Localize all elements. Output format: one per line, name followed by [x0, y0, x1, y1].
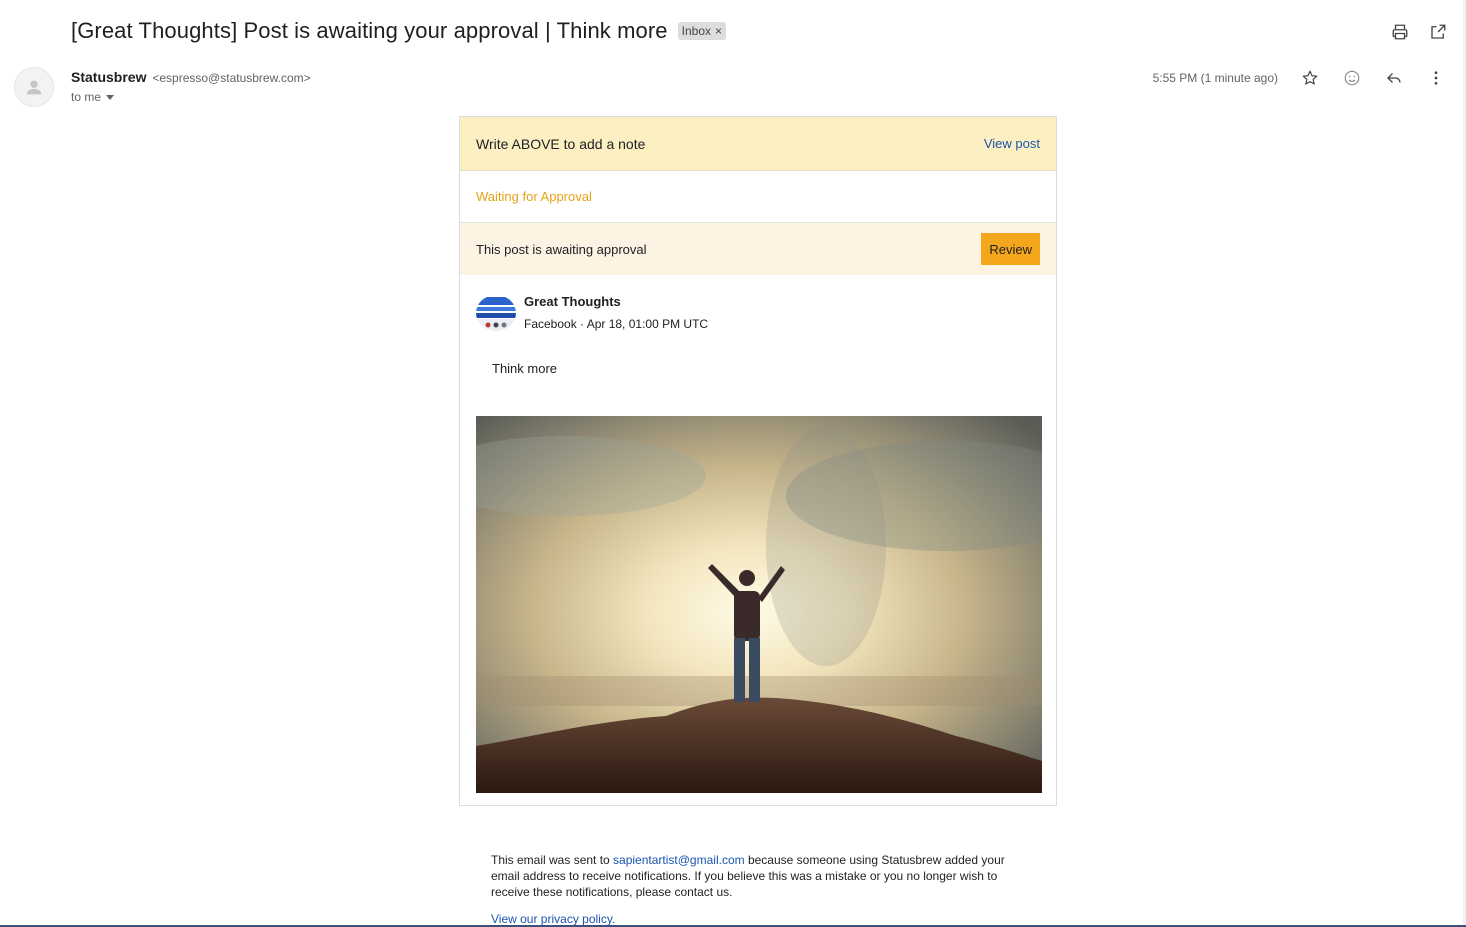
status-row: Waiting for Approval — [460, 171, 1056, 223]
sender-avatar[interactable] — [14, 67, 54, 107]
approval-status: Waiting for Approval — [476, 189, 592, 204]
sender-name[interactable]: Statusbrew — [71, 69, 146, 85]
view-post-link[interactable]: View post — [984, 136, 1040, 151]
note-bar: Write ABOVE to add a note View post — [460, 117, 1056, 171]
page-logo — [476, 295, 516, 331]
sender-line: Statusbrew <espresso@statusbrew.com> — [71, 69, 311, 85]
approval-card: Write ABOVE to add a note View post Wait… — [459, 116, 1057, 806]
post-meta: Facebook · Apr 18, 01:00 PM UTC — [524, 317, 709, 331]
more-vertical-icon[interactable] — [1426, 68, 1446, 88]
inbox-label-text: Inbox — [681, 24, 711, 38]
recipient-details-toggle[interactable]: to me — [71, 90, 115, 104]
message-actions: 5:55 PM (1 minute ago) — [1153, 68, 1446, 88]
post-header: Great Thoughts Facebook · Apr 18, 01:00 … — [460, 275, 1056, 331]
email-footer: This email was sent to sapientartist@gma… — [491, 852, 1031, 900]
page-name: Great Thoughts — [524, 294, 621, 309]
emoji-icon[interactable] — [1342, 68, 1362, 88]
inbox-label-chip[interactable]: Inbox × — [677, 22, 727, 40]
top-actions — [1390, 22, 1448, 42]
print-icon[interactable] — [1390, 22, 1410, 42]
post-text: Think more — [492, 361, 558, 376]
note-instruction: Write ABOVE to add a note — [476, 135, 646, 152]
caret-down-icon — [106, 95, 115, 100]
remove-label-icon[interactable]: × — [715, 24, 722, 38]
star-icon[interactable] — [1300, 68, 1320, 88]
email-subject: [Great Thoughts] Post is awaiting your a… — [71, 18, 668, 43]
reply-icon[interactable] — [1384, 68, 1404, 88]
person-icon — [26, 80, 42, 95]
recipient-email-link[interactable]: sapientartist@gmail.com — [613, 853, 745, 867]
timestamp: 5:55 PM (1 minute ago) — [1152, 71, 1278, 85]
post-image — [476, 416, 1042, 793]
footer-prefix: This email was sent to — [491, 853, 614, 867]
review-button[interactable]: Review — [981, 233, 1040, 265]
sender-email: <espresso@statusbrew.com> — [152, 71, 311, 85]
privacy-policy-link[interactable]: View our privacy policy. — [491, 912, 615, 926]
awaiting-message: This post is awaiting approval — [476, 241, 647, 257]
open-in-new-window-icon[interactable] — [1428, 22, 1448, 42]
recipient-text: to me — [71, 90, 102, 104]
subject-row: [Great Thoughts] Post is awaiting your a… — [71, 18, 727, 44]
await-row: This post is awaiting approval Review — [460, 223, 1056, 275]
